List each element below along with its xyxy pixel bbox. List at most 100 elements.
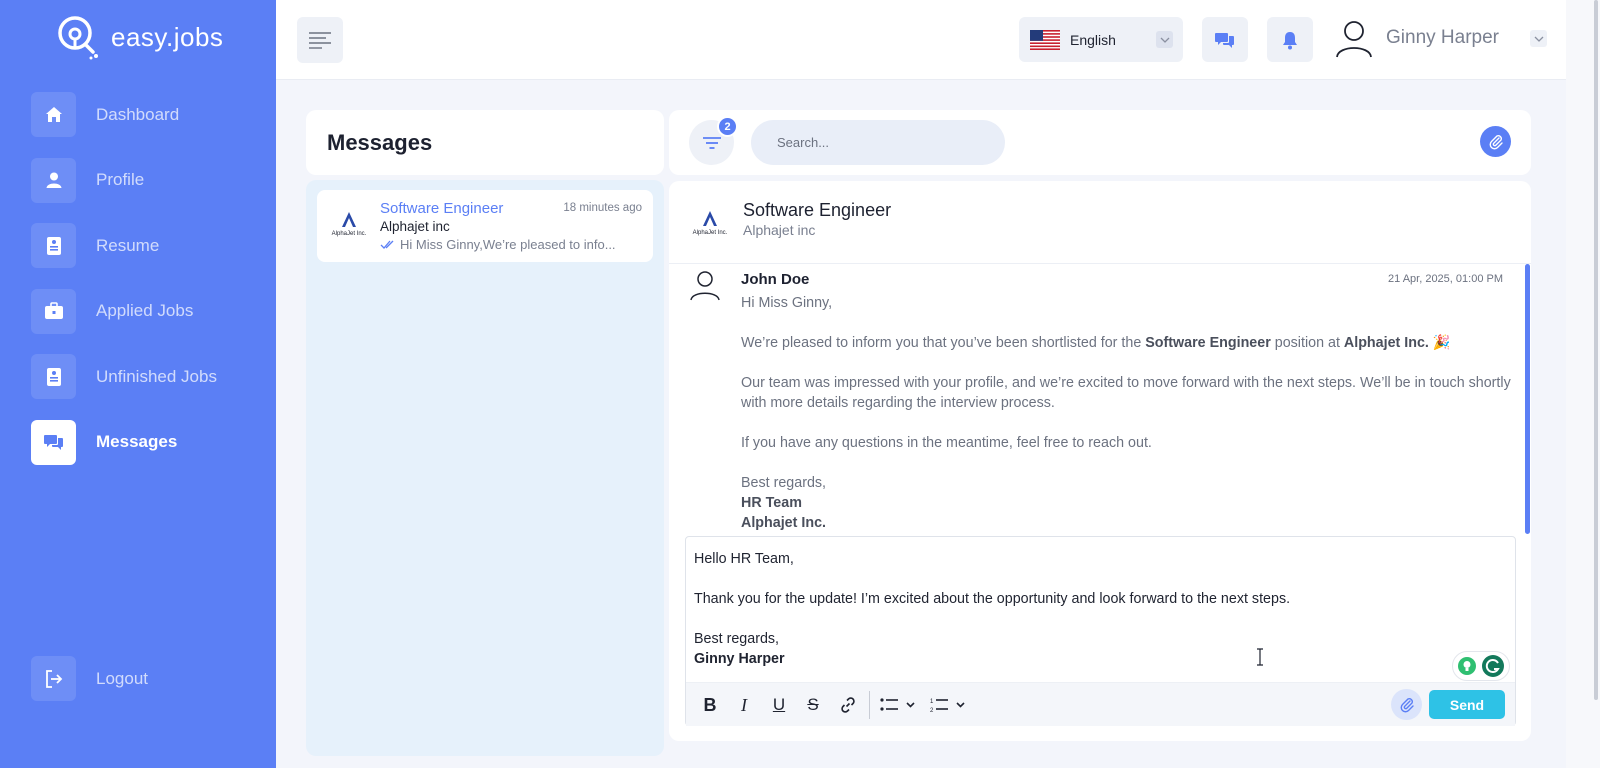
message-greeting: Hi Miss Ginny, [741,295,833,311]
page-title: Messages [327,130,433,155]
svg-text:2: 2 [930,708,934,713]
conversation-company: Alphajet inc [380,219,450,234]
sidebar: easy.jobs Dashboard Profile Resume Appli… [0,0,276,768]
page-scrollbar-thumb[interactable] [1594,0,1598,700]
resume-icon [31,223,76,268]
conversation-time: 18 minutes ago [563,202,642,214]
svg-text:AlphaJet Inc.: AlphaJet Inc. [332,231,367,237]
toolbar-divider [869,691,870,719]
svg-text:1: 1 [930,699,934,705]
paperclip-icon [1400,697,1414,712]
menu-toggle-button[interactable] [297,17,343,63]
messages-button[interactable] [1202,17,1248,62]
logo-icon [58,16,98,60]
sidebar-item-applied-jobs[interactable]: Applied Jobs [31,288,217,334]
message-paragraph: If you have any questions in the meantim… [741,435,1152,451]
document-icon [31,354,76,399]
text-cursor-icon [1257,648,1263,666]
underline-button[interactable]: U [765,691,793,719]
sidebar-item-label: Messages [96,432,178,451]
sidebar-item-label: Resume [96,235,160,255]
paperclip-icon [1489,134,1503,149]
sidebar-item-messages[interactable]: Messages [31,419,217,465]
party-emoji: 🎉 [1432,335,1451,351]
sidebar-nav: Dashboard Profile Resume Applied Jobs Un… [31,92,217,485]
logout-icon [31,656,76,701]
chevron-down-icon [1530,30,1547,47]
send-button[interactable]: Send [1429,690,1505,719]
briefcase-icon [31,288,76,334]
list-item[interactable]: AlphaJet Inc. Software Engineer 18 minut… [317,190,653,262]
sidebar-item-profile[interactable]: Profile [31,157,217,203]
user-menu[interactable]: Ginny Harper [1334,18,1547,58]
composer-editor[interactable]: Hello HR Team, Thank you for the update!… [694,549,1494,669]
hamburger-icon [309,32,331,49]
sidebar-item-label: Profile [96,170,145,189]
conversation-title: Software Engineer [380,200,504,217]
avatar-icon [690,271,720,301]
language-select[interactable]: English [1019,17,1183,62]
bold-button[interactable]: B [696,691,724,719]
sidebar-item-dashboard[interactable]: Dashboard [31,92,217,137]
messages-header: Messages [306,110,664,175]
top-bar: English Ginny Harper [276,0,1566,80]
link-icon [841,697,855,713]
user-icon [31,157,76,203]
logout-label: Logout [96,668,148,688]
attach-file-button[interactable] [1391,689,1422,720]
message-sender: John Doe [741,271,810,288]
company-logo: AlphaJet Inc. [332,212,367,237]
conversation-list: AlphaJet Inc. Software Engineer 18 minut… [306,180,664,756]
double-check-icon [380,240,394,249]
message-paragraph: We’re pleased to inform you that you’ve … [741,335,1451,351]
logout-button[interactable]: Logout [31,656,148,701]
italic-icon: I [741,694,747,715]
composer-toolbar: B I U S 12 Send [686,682,1515,726]
notifications-button[interactable] [1267,17,1313,62]
language-label: English [1070,31,1116,48]
message-body: Hi Miss Ginny, We’re pleased to inform y… [741,293,1511,533]
sidebar-item-unfinished-jobs[interactable]: Unfinished Jobs [31,354,217,399]
italic-button[interactable]: I [730,691,758,719]
bullet-list-icon [880,698,915,711]
preview-text: Hi Miss Ginny,We’re pleased to info... [400,237,616,252]
bell-icon [1283,31,1297,49]
lightbulb-icon [1458,657,1476,675]
logo-text: easy.jobs [111,21,224,52]
avatar-icon [1336,21,1372,58]
sidebar-item-label: Applied Jobs [96,301,194,320]
thread-scrollbar[interactable] [1525,264,1530,534]
strikethrough-button[interactable]: S [799,691,827,719]
user-name: Ginny Harper [1386,27,1499,48]
attachments-button[interactable] [1480,126,1511,157]
home-icon [31,92,76,137]
message-composer[interactable]: Hello HR Team, Thank you for the update!… [685,536,1516,726]
bold-icon: B [703,694,717,715]
conversation-subtitle: Alphajet inc [743,222,816,238]
strikethrough-icon: S [807,695,819,714]
company-logo: AlphaJet Inc. [693,211,728,236]
message-date: 21 Apr, 2025, 01:00 PM [1388,273,1503,285]
message-paragraph: Our team was impressed with your profile… [741,375,1511,411]
filter-count-badge: 2 [717,116,738,137]
sidebar-item-label: Unfinished Jobs [96,366,217,386]
sidebar-item-label: Dashboard [96,104,180,124]
filter-icon [702,136,721,149]
message-signature: Best regards, HR Team Alphajet Inc. [741,475,827,531]
chat-icon [31,419,76,465]
chat-icon [1215,32,1234,48]
underline-icon: U [772,695,786,714]
sidebar-item-resume[interactable]: Resume [31,223,217,268]
app-logo[interactable]: easy.jobs [55,14,223,60]
numbered-list-button[interactable]: 12 [928,691,968,719]
svg-text:AlphaJet Inc.: AlphaJet Inc. [693,230,728,236]
conversation-title: Software Engineer [743,200,892,220]
search-bar: 2 [669,110,1531,175]
bullet-list-button[interactable] [878,691,918,719]
numbered-list-icon: 12 [930,699,965,713]
conversation-header: AlphaJet Inc. Software Engineer Alphajet… [669,181,1531,264]
link-button[interactable] [834,691,862,719]
us-flag-icon [1030,29,1060,50]
grammar-assistant-button[interactable] [1452,651,1510,681]
search-input[interactable] [751,120,1005,165]
